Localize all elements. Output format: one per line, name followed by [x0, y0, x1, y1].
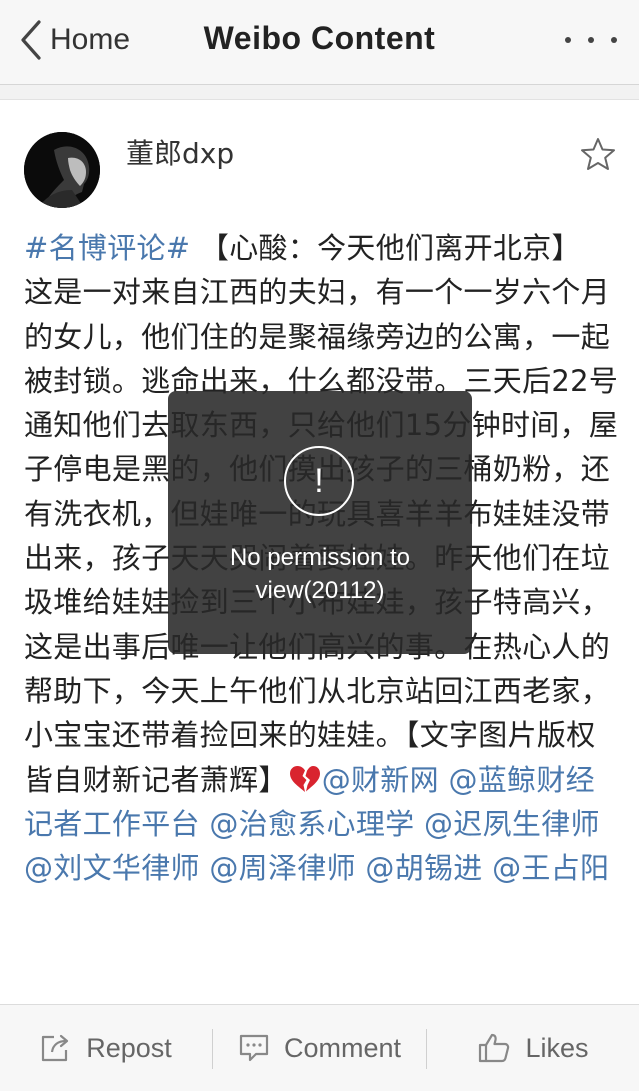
mention-link[interactable]: @刘文华律师: [24, 851, 200, 885]
section-divider: [0, 85, 639, 100]
mention-link[interactable]: @迟夙生律师: [424, 807, 600, 841]
comment-button[interactable]: Comment: [213, 1005, 426, 1091]
favorite-star-icon[interactable]: [580, 137, 616, 171]
thumbs-up-icon: [479, 1033, 510, 1063]
repost-button[interactable]: Repost: [0, 1005, 212, 1091]
exclamation-circle-icon: !: [284, 446, 354, 516]
avatar[interactable]: [24, 132, 100, 208]
mention-link[interactable]: @胡锡进: [365, 851, 482, 885]
comment-icon: [239, 1034, 269, 1062]
navigation-bar: Home Weibo Content: [0, 0, 639, 85]
likes-button[interactable]: Likes: [427, 1005, 639, 1091]
comment-label: Comment: [283, 1032, 402, 1063]
page-title: Weibo Content: [203, 20, 436, 56]
repost-icon: [42, 1034, 69, 1062]
more-dots-icon[interactable]: [565, 28, 617, 52]
avatar-image: [24, 132, 100, 208]
mention-link[interactable]: @周泽律师: [209, 851, 356, 885]
hashtag-link[interactable]: #名博评论#: [24, 231, 190, 265]
likes-label: Likes: [525, 1032, 589, 1063]
post-headline: 【心酸：今天他们离开北京】: [190, 231, 581, 265]
mention-link[interactable]: @王占阳: [492, 851, 609, 885]
repost-label: Repost: [86, 1032, 172, 1063]
error-toast: ! No permission to view(20112): [168, 391, 472, 654]
toast-message: No permission to view(20112): [229, 544, 411, 604]
bottom-toolbar: Repost Comment Likes: [0, 1004, 639, 1091]
mention-link[interactable]: @治愈系心理学: [209, 807, 414, 841]
username[interactable]: 董郎dxp: [126, 132, 234, 172]
mention-link[interactable]: @财新网: [322, 763, 439, 797]
broken-heart-icon: [289, 765, 320, 792]
